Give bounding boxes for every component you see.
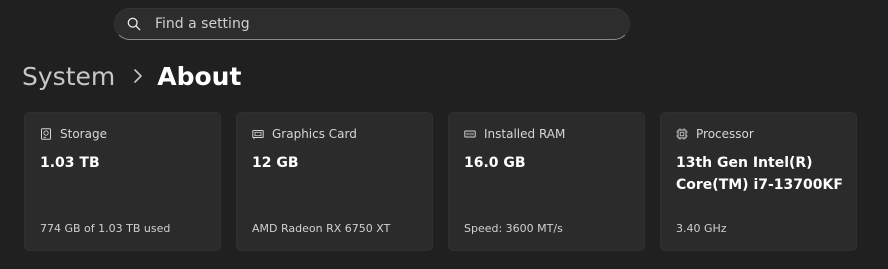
card-header: Storage: [40, 127, 107, 141]
card-value: 1.03 TB: [40, 155, 100, 171]
search-input[interactable]: [155, 9, 615, 39]
page-title: About: [157, 61, 242, 91]
card-title: Processor: [696, 127, 754, 141]
card-detail: 3.40 GHz: [676, 222, 727, 235]
card-header: Installed RAM: [464, 127, 565, 141]
installed-ram-card[interactable]: Installed RAM 16.0 GB Speed: 3600 MT/s: [448, 112, 645, 251]
ram-icon: [464, 130, 476, 138]
card-title: Installed RAM: [484, 127, 566, 141]
breadcrumb-system-link[interactable]: System: [22, 62, 115, 91]
card-header: Processor: [676, 127, 754, 141]
card-detail: Speed: 3600 MT/s: [464, 222, 563, 235]
storage-icon: [41, 128, 51, 140]
graphics-card-icon: [252, 130, 264, 140]
card-value: 13th Gen Intel(R) Core(TM) i7-13700KF: [676, 155, 843, 193]
chevron-right-icon: [134, 69, 143, 83]
card-detail: AMD Radeon RX 6750 XT: [252, 222, 391, 235]
card-value: 16.0 GB: [464, 155, 526, 171]
card-value: 12 GB: [252, 155, 299, 171]
card-title: Storage: [60, 127, 107, 141]
processor-icon: [676, 128, 688, 140]
processor-card[interactable]: Processor 13th Gen Intel(R) Core(TM) i7-…: [660, 112, 857, 251]
breadcrumb: System About: [22, 58, 241, 94]
card-title: Graphics Card: [272, 127, 357, 141]
search-box[interactable]: [114, 8, 630, 40]
storage-card[interactable]: Storage 1.03 TB 774 GB of 1.03 TB used: [24, 112, 221, 251]
card-header: Graphics Card: [252, 127, 357, 141]
graphics-card-card[interactable]: Graphics Card 12 GB AMD Radeon RX 6750 X…: [236, 112, 433, 251]
search-icon: [127, 17, 141, 31]
card-detail: 774 GB of 1.03 TB used: [40, 222, 171, 235]
